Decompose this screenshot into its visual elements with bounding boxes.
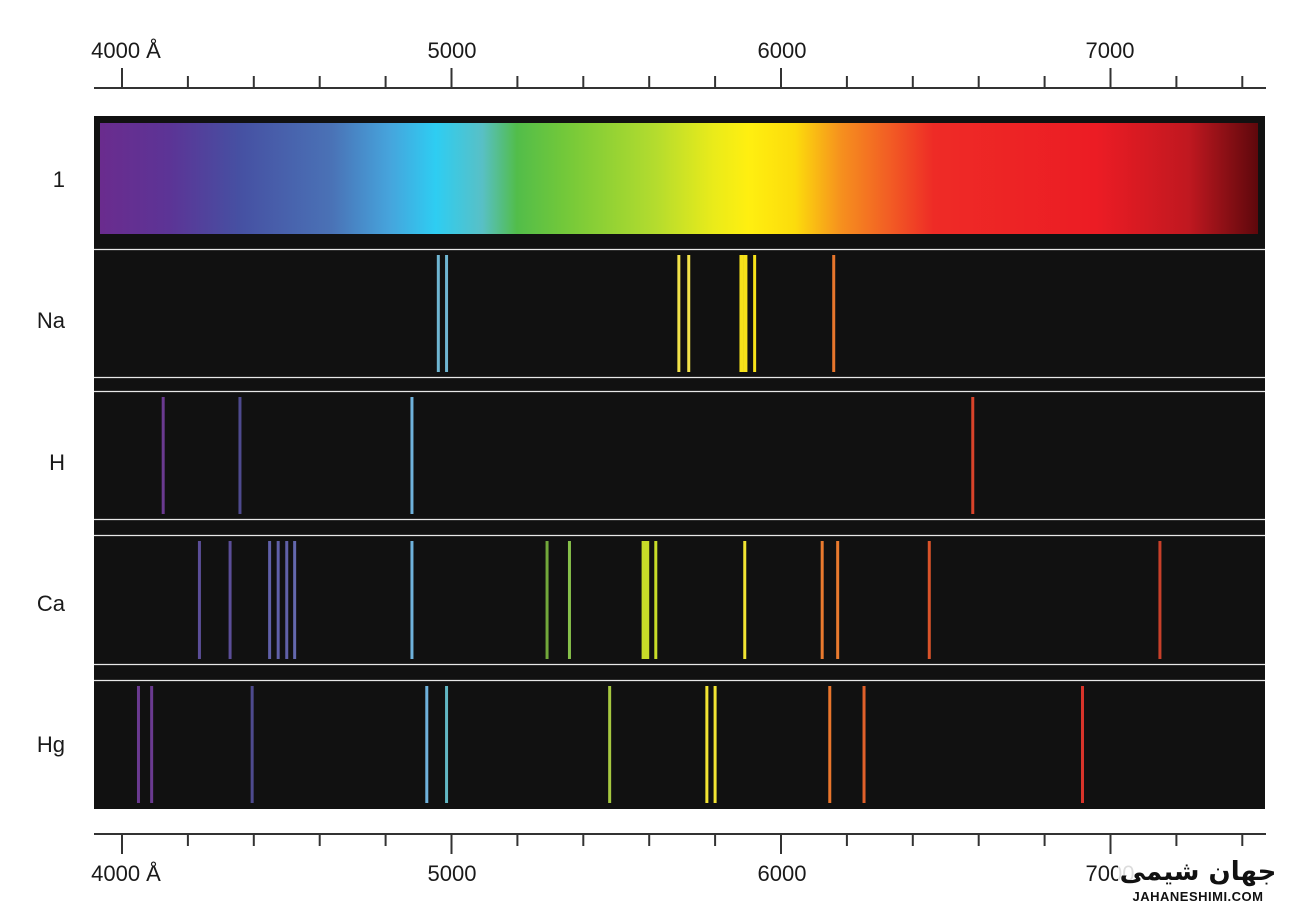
na-emission-line: [445, 255, 449, 372]
bottom-tick-label-4000: 4000 Å: [91, 861, 161, 886]
watermark-logo: جهان شیمی JAHANESHIMI.COM: [1118, 852, 1278, 908]
top-tick-label-6000: 6000: [758, 38, 807, 63]
top-tick-label-5000: 5000: [428, 38, 477, 63]
ca-emission-line: [927, 541, 931, 659]
hg-emission-line: [150, 686, 154, 803]
emission-spectra-figure: 4000 Å 5000 6000 7000 1 Na H Ca Hg 4000 …: [37, 38, 1278, 908]
row-label-na: Na: [37, 308, 66, 333]
na-emission-line: [687, 255, 691, 372]
hg-emission-line: [862, 686, 866, 803]
ca-emission-line: [197, 541, 201, 659]
row-label-continuous: 1: [53, 167, 65, 192]
ca-emission-line: [276, 541, 280, 659]
row-label-ca: Ca: [37, 591, 66, 616]
ca-emission-line: [654, 541, 658, 659]
top-axis: 4000 Å 5000 6000 7000: [91, 38, 1266, 89]
h-emission-line: [161, 397, 165, 514]
continuous-spectrum-bar: [100, 123, 1258, 234]
ca-emission-line: [268, 541, 272, 659]
ca-emission-line: [410, 541, 414, 659]
ca-emission-line: [836, 541, 840, 659]
row-label-h: H: [49, 450, 65, 475]
h-emission-line: [410, 397, 414, 514]
hg-emission-line: [425, 686, 429, 803]
ca-emission-line: [228, 541, 232, 659]
ca-emission-line: [820, 541, 824, 659]
ca-emission-line: [293, 541, 297, 659]
hg-emission-line: [445, 686, 449, 803]
h-emission-line: [238, 397, 242, 514]
na-emission-line: [677, 255, 681, 372]
row-label-hg: Hg: [37, 732, 65, 757]
ca-emission-line: [645, 541, 650, 659]
na-emission-line: [743, 255, 748, 372]
h-emission-line: [971, 397, 975, 514]
na-emission-line: [832, 255, 836, 372]
bottom-axis: 4000 Å 5000 6000 7000: [91, 833, 1266, 886]
continuous-spectrum-row: 1: [53, 123, 1258, 234]
hg-emission-line: [828, 686, 832, 803]
hg-emission-line: [608, 686, 612, 803]
hg-emission-line: [713, 686, 717, 803]
hg-emission-line: [1080, 686, 1084, 803]
watermark-url: JAHANESHIMI.COM: [1132, 889, 1263, 904]
bottom-tick-label-5000: 5000: [428, 861, 477, 886]
na-emission-line: [753, 255, 757, 372]
watermark-brand: جهان شیمی: [1120, 857, 1277, 887]
top-tick-label-7000: 7000: [1086, 38, 1135, 63]
hg-emission-line: [250, 686, 254, 803]
bottom-tick-label-6000: 6000: [758, 861, 807, 886]
hg-emission-line: [705, 686, 709, 803]
na-emission-line: [739, 255, 744, 372]
ca-emission-line: [641, 541, 646, 659]
ca-emission-line: [743, 541, 747, 659]
top-axis-ticks: [121, 68, 1244, 88]
ca-emission-line: [567, 541, 571, 659]
top-tick-label-4000: 4000 Å: [91, 38, 161, 63]
ca-emission-line: [545, 541, 549, 659]
bottom-axis-ticks: [121, 834, 1244, 854]
hg-emission-line: [136, 686, 140, 803]
na-emission-line: [436, 255, 440, 372]
ca-emission-line: [285, 541, 289, 659]
ca-emission-line: [1158, 541, 1162, 659]
